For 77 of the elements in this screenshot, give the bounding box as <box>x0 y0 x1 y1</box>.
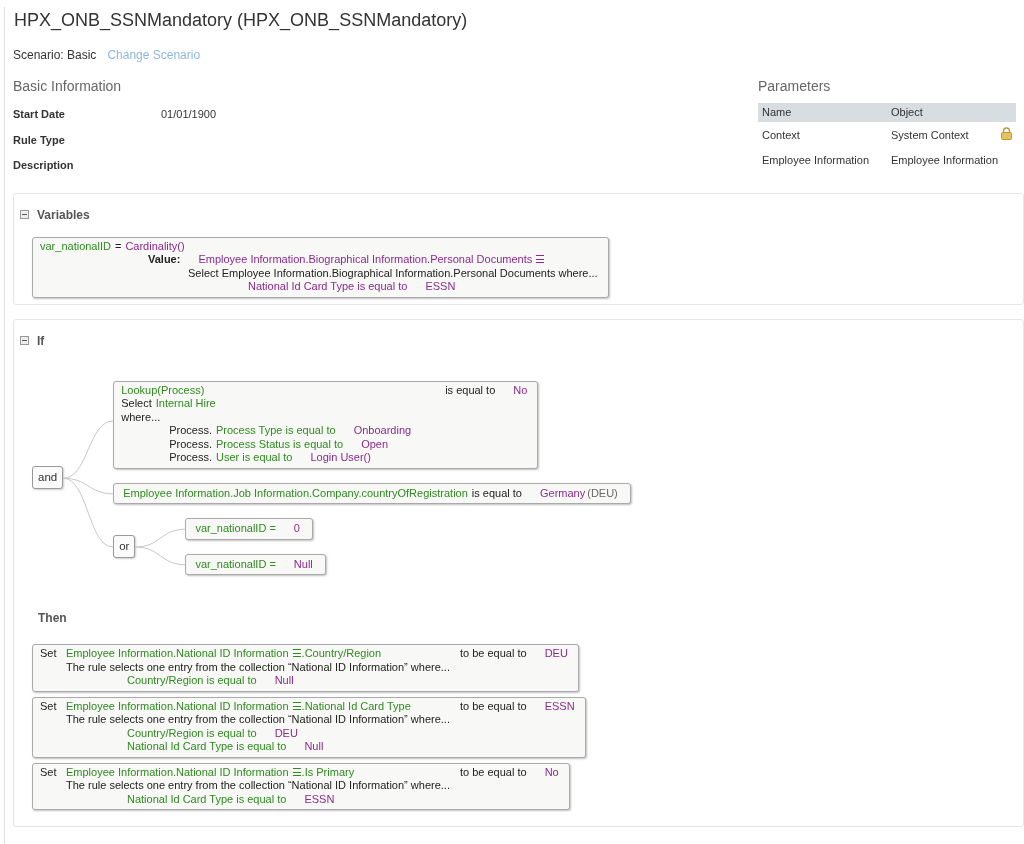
expression-text: The rule selects one entry from the collection “National ID Information” where... <box>66 713 450 727</box>
expression-text: Process. <box>169 451 212 465</box>
collapse-icon[interactable] <box>20 336 29 345</box>
field-text: Employee Information.National ID Information ☰.Is Primary <box>66 765 355 779</box>
expression-text: where... <box>121 410 161 424</box>
table-cell-text: Employee Information <box>761 153 870 168</box>
field-text: var_nationalID <box>40 239 111 253</box>
value-text: No <box>513 383 528 397</box>
section-heading: Variables <box>37 206 90 224</box>
expression-text: is equal to <box>471 486 522 500</box>
value-text: Germany <box>540 486 586 500</box>
field-text: Country/Region is equal to <box>127 674 257 688</box>
connector-line <box>134 546 186 565</box>
value-text: Null <box>274 674 294 688</box>
code-text: (DEU) <box>587 486 618 500</box>
field-text: National Id Card Type is equal to <box>127 740 287 754</box>
table-cell-text: Employee Information <box>891 153 998 168</box>
column-header: Object <box>887 103 1016 122</box>
field-label: Description <box>13 158 75 173</box>
expression-text: is equal to <box>445 383 496 397</box>
value-text: Null <box>304 740 324 754</box>
expression-text: The rule selects one entry from the collection “National ID Information” where... <box>66 779 450 793</box>
field-text: var_nationalID = <box>195 522 276 536</box>
expression-text: = <box>114 239 122 253</box>
function-text: National Id Card Type is equal to <box>248 280 408 294</box>
value-text: Null <box>293 557 313 571</box>
collapse-icon[interactable] <box>20 210 29 219</box>
value-text: ESSN <box>544 699 575 713</box>
value-text: Employee Information.Biographical Information.Personal Documents ☰ <box>198 253 546 267</box>
set-keyword: Set <box>40 647 58 661</box>
scenario-label: Scenario: Basic <box>13 47 97 64</box>
field-text: Employee Information.National ID Information ☰.Country/Region <box>66 647 382 661</box>
field-text: User is equal to <box>216 451 293 465</box>
expression-text: to be equal to <box>459 647 527 661</box>
column-header: Name <box>758 103 887 122</box>
section-heading: Parameters <box>758 77 832 96</box>
table-cell: Context <box>758 121 887 147</box>
value-text: Onboarding <box>353 424 412 438</box>
value-text: 0 <box>293 522 300 536</box>
field-text: Lookup(Process) <box>121 383 205 397</box>
field-text: Country/Region is equal to <box>127 726 257 740</box>
value-text: DEU <box>274 726 298 740</box>
operator-node: and <box>32 466 64 490</box>
field-text: Employee Information.Job Information.Company.countryOfRegistration <box>123 486 468 500</box>
table-cell-text: System Context <box>891 127 969 143</box>
field-text: Process Type is equal to <box>216 424 336 438</box>
page-title: HPX_ONB_SSNMandatory (HPX_ONB_SSNMandatory) <box>14 9 469 33</box>
field-text: var_nationalID = <box>195 557 276 571</box>
section-heading: If <box>37 332 45 350</box>
field-value: 01/01/1900 <box>161 107 217 122</box>
value-text: Login User() <box>310 451 371 465</box>
field-label: Rule Type <box>13 132 66 148</box>
field-label: Start Date <box>13 107 66 122</box>
expression-text: Select <box>121 397 152 411</box>
expression-text: Process. <box>169 424 212 438</box>
set-keyword: Set <box>40 765 58 780</box>
expression-text: to be equal to <box>459 765 527 779</box>
label-text: Value: <box>148 253 181 267</box>
expression-text: to be equal to <box>459 699 527 713</box>
operator-node: or <box>113 534 136 559</box>
field-text: Internal Hire <box>155 397 216 411</box>
section-heading: Basic Information <box>13 77 123 96</box>
change-scenario-link[interactable]: Change Scenario <box>107 46 201 64</box>
section-heading: Then <box>38 611 67 625</box>
field-text: Process Status is equal to <box>216 437 344 451</box>
value-text: No <box>544 765 559 779</box>
expression-text: Process. <box>169 437 212 451</box>
field-text: Employee Information.National ID Information ☰.National Id Card Type <box>66 699 411 713</box>
field-text: National Id Card Type is equal to <box>127 792 287 806</box>
value-text: ESSN <box>304 792 335 806</box>
value-text: ESSN <box>425 280 456 294</box>
expression-text: The rule selects one entry from the collection “National ID Information” where... <box>66 660 450 674</box>
value-text: Open <box>361 437 389 451</box>
function-text: Cardinality() <box>125 239 185 253</box>
value-text: DEU <box>544 647 568 661</box>
set-keyword: Set <box>40 699 58 714</box>
expression-text: Select Employee Information.Biographical Information.Personal Documents where... <box>188 266 598 280</box>
